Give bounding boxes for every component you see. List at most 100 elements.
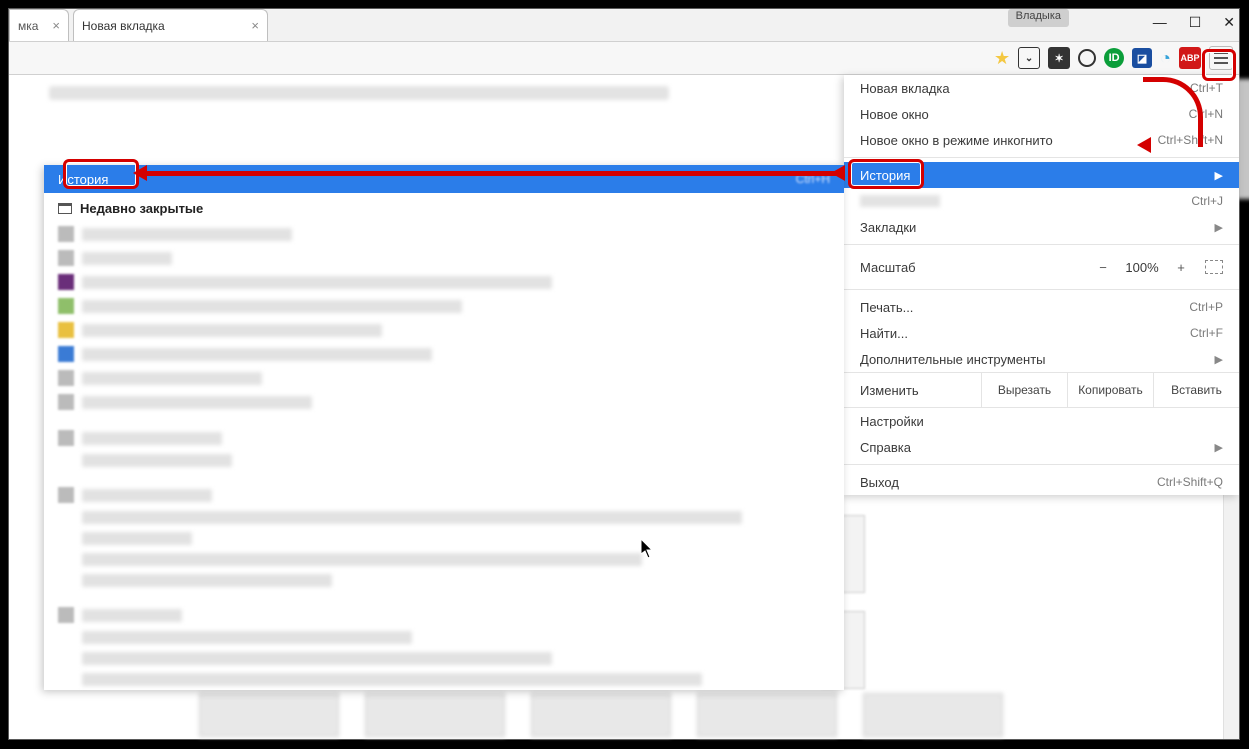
menu-settings[interactable]: Настройки	[844, 408, 1239, 434]
menu-item-label	[860, 195, 940, 207]
evernote-icon[interactable]: ✶	[1048, 47, 1070, 69]
menu-bookmarks[interactable]: Закладки ▶	[844, 214, 1239, 240]
blue-extension-icon[interactable]: ◪	[1132, 48, 1152, 68]
cut-button[interactable]: Вырезать	[981, 373, 1067, 407]
close-tab-icon[interactable]: ×	[251, 18, 259, 33]
menu-item-label: Справка	[860, 440, 911, 455]
tab-1[interactable]: мка ×	[9, 9, 69, 41]
history-entry[interactable]	[44, 450, 844, 471]
history-entry[interactable]	[44, 627, 844, 648]
menu-more-tools[interactable]: Дополнительные инструменты ▶	[844, 346, 1239, 372]
history-entry[interactable]	[44, 528, 844, 549]
profile-badge[interactable]: Владыка	[1008, 9, 1069, 27]
menu-item-label: Закладки	[860, 220, 916, 235]
submenu-history-header[interactable]: История Ctrl+H	[44, 165, 844, 193]
menu-item-label: Печать...	[860, 300, 913, 315]
bookmark-star-icon[interactable]: ★	[994, 48, 1010, 69]
thumbnail[interactable]	[697, 693, 837, 737]
history-entry[interactable]	[44, 222, 844, 246]
copy-button[interactable]: Копировать	[1067, 373, 1153, 407]
menu-history[interactable]: История ▶	[844, 162, 1239, 188]
shortcut-label: Ctrl+J	[1191, 194, 1223, 208]
menu-new-tab[interactable]: Новая вкладка Ctrl+T	[844, 75, 1239, 101]
menu-item-label: История	[860, 168, 910, 183]
drop-icon[interactable]: ◔	[1160, 48, 1171, 69]
window-controls: — ☐ ✕	[1153, 9, 1235, 35]
edit-label: Изменить	[844, 373, 981, 407]
history-entry[interactable]	[44, 318, 844, 342]
history-entry[interactable]	[44, 669, 844, 690]
history-entry[interactable]	[44, 570, 844, 591]
history-entry[interactable]	[44, 648, 844, 669]
main-menu: Новая вкладка Ctrl+T Новое окно Ctrl+N Н…	[844, 75, 1239, 495]
menu-print[interactable]: Печать... Ctrl+P	[844, 294, 1239, 320]
menu-item-label: Настройки	[860, 414, 924, 429]
thumbnail[interactable]	[863, 693, 1003, 737]
menu-exit[interactable]: Выход Ctrl+Shift+Q	[844, 469, 1239, 495]
shortcut-label: Ctrl+P	[1189, 300, 1223, 314]
thumbnail[interactable]	[531, 693, 671, 737]
thumbnail[interactable]	[365, 693, 505, 737]
zoom-value: 100%	[1117, 260, 1167, 275]
tab-2-new-tab[interactable]: Новая вкладка ×	[73, 9, 268, 41]
mouse-cursor-icon	[641, 539, 657, 564]
menu-edit-row: Изменить Вырезать Копировать Вставить	[844, 372, 1239, 408]
close-tab-icon[interactable]: ×	[52, 18, 60, 33]
menu-help[interactable]: Справка ▶	[844, 434, 1239, 460]
menu-separator	[844, 289, 1239, 290]
menu-item-label: Выход	[860, 475, 899, 490]
shortcut-label: Ctrl+Shift+N	[1158, 133, 1223, 147]
history-entry[interactable]	[44, 603, 844, 627]
tab-1-label: мка	[18, 19, 38, 33]
menu-separator	[844, 244, 1239, 245]
zoom-in-button[interactable]: +	[1167, 260, 1195, 275]
recently-closed-heading: Недавно закрытые	[44, 193, 844, 222]
tab-strip: мка × Новая вкладка × Владыка — ☐ ✕	[9, 9, 1239, 41]
shortcut-label: Ctrl+Shift+Q	[1157, 475, 1223, 489]
minimize-icon[interactable]: —	[1153, 14, 1167, 30]
zoom-out-button[interactable]: −	[1089, 260, 1117, 275]
thumbnail[interactable]	[199, 693, 339, 737]
submenu-title: История	[58, 172, 108, 187]
contrast-icon[interactable]	[1078, 49, 1096, 67]
blurred-content	[49, 79, 819, 107]
menu-incognito[interactable]: Новое окно в режиме инкогнито Ctrl+Shift…	[844, 127, 1239, 153]
shortcut-label: Ctrl+T	[1190, 81, 1223, 95]
id-extension-icon[interactable]: ID	[1104, 48, 1124, 68]
maximize-icon[interactable]: ☐	[1189, 14, 1202, 31]
menu-find[interactable]: Найти... Ctrl+F	[844, 320, 1239, 346]
tab-2-label: Новая вкладка	[82, 19, 165, 33]
paste-button[interactable]: Вставить	[1153, 373, 1239, 407]
history-entry[interactable]	[44, 426, 844, 450]
section-title-label: Недавно закрытые	[80, 201, 203, 216]
history-entry[interactable]	[44, 390, 844, 414]
shortcut-label: Ctrl+H	[796, 172, 830, 186]
pocket-icon[interactable]: ⌄	[1018, 47, 1040, 69]
menu-item-label: Дополнительные инструменты	[860, 352, 1046, 367]
submenu-arrow-icon: ▶	[1215, 221, 1223, 234]
menu-item-label: Найти...	[860, 326, 908, 341]
menu-item-label: Новая вкладка	[860, 81, 950, 96]
history-entry[interactable]	[44, 549, 844, 570]
toolbar: ★ ⌄ ✶ ID ◪ ◔ ABP	[9, 41, 1239, 75]
history-entry[interactable]	[44, 342, 844, 366]
history-entry[interactable]	[44, 507, 844, 528]
menu-new-window[interactable]: Новое окно Ctrl+N	[844, 101, 1239, 127]
menu-button[interactable]	[1209, 46, 1233, 70]
fullscreen-icon[interactable]	[1205, 260, 1223, 274]
folder-icon	[58, 203, 72, 214]
submenu-arrow-icon: ▶	[1215, 441, 1223, 454]
menu-downloads[interactable]: Ctrl+J	[844, 188, 1239, 214]
extension-icons: ★ ⌄ ✶ ID ◪ ◔ ABP	[994, 46, 1233, 70]
history-entry[interactable]	[44, 270, 844, 294]
menu-item-label: Новое окно	[860, 107, 929, 122]
history-entry[interactable]	[44, 246, 844, 270]
shortcut-label: Ctrl+F	[1190, 326, 1223, 340]
history-entry[interactable]	[44, 294, 844, 318]
history-entry[interactable]	[44, 366, 844, 390]
close-window-icon[interactable]: ✕	[1223, 14, 1235, 31]
adblock-icon[interactable]: ABP	[1179, 47, 1201, 69]
history-entry[interactable]	[44, 483, 844, 507]
speed-dial-thumbnails	[199, 693, 1003, 737]
shortcut-label: Ctrl+N	[1189, 107, 1223, 121]
